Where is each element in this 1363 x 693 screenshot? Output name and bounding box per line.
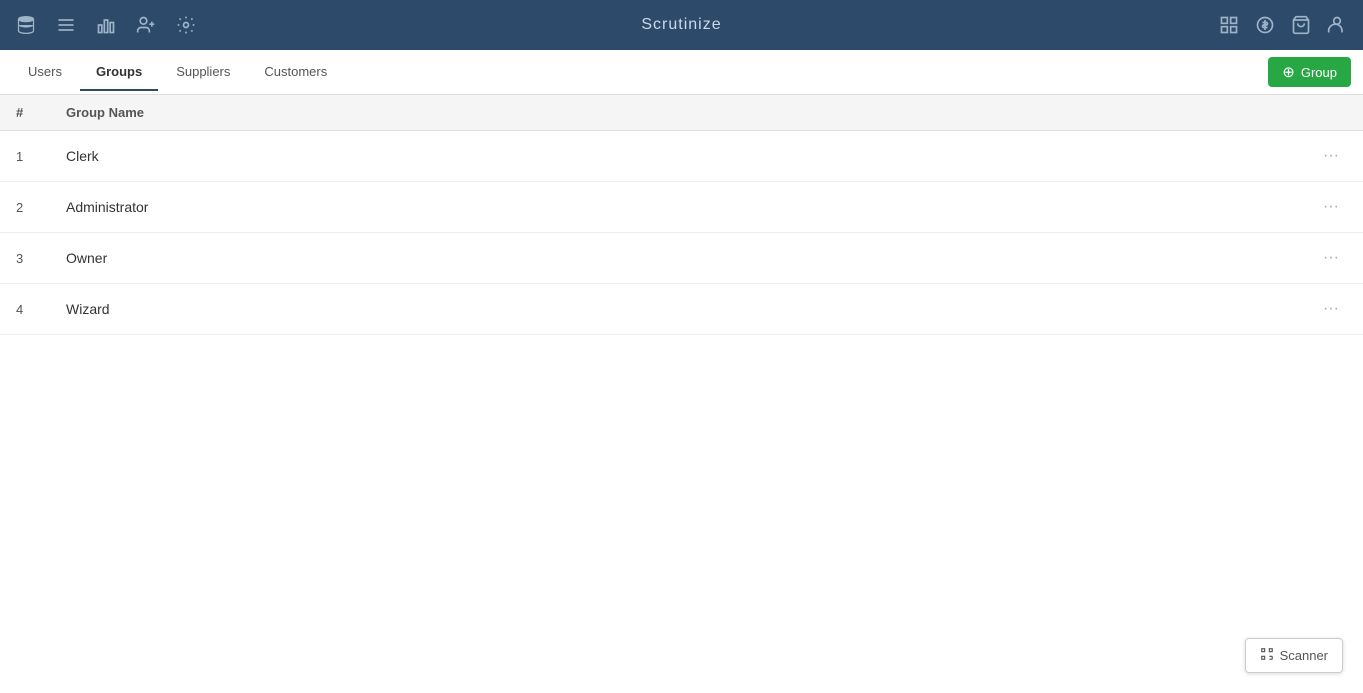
- app-title: Scrutinize: [641, 16, 721, 34]
- table-header: # Group Name: [0, 95, 1363, 131]
- nav-left-icons: [16, 15, 196, 35]
- row-num: 1: [0, 131, 50, 182]
- row-more-button[interactable]: ···: [1315, 194, 1347, 220]
- tab-bar-right: ⊕ Group: [1268, 57, 1351, 87]
- row-more-button[interactable]: ···: [1315, 296, 1347, 322]
- row-group-name: Owner: [50, 233, 1299, 284]
- cart-icon[interactable]: [1291, 15, 1311, 35]
- add-group-label: Group: [1301, 65, 1337, 80]
- row-num: 4: [0, 284, 50, 335]
- circle-plus-icon: ⊕: [1282, 63, 1295, 81]
- database-icon[interactable]: [16, 15, 36, 35]
- row-actions: ···: [1299, 233, 1363, 284]
- row-group-name: Clerk: [50, 131, 1299, 182]
- add-group-button[interactable]: ⊕ Group: [1268, 57, 1351, 87]
- tab-customers[interactable]: Customers: [248, 54, 343, 91]
- col-header-num: #: [0, 95, 50, 131]
- scanner-icon: [1260, 647, 1274, 664]
- chart-icon[interactable]: [96, 15, 116, 35]
- scanner-label: Scanner: [1280, 648, 1328, 663]
- row-group-name: Wizard: [50, 284, 1299, 335]
- tab-users[interactable]: Users: [12, 54, 78, 91]
- scanner-button[interactable]: Scanner: [1245, 638, 1343, 673]
- row-num: 3: [0, 233, 50, 284]
- nav-right-icons: [1219, 15, 1347, 35]
- row-more-button[interactable]: ···: [1315, 143, 1347, 169]
- col-header-group-name: Group Name: [50, 95, 1299, 131]
- tab-bar: Users Groups Suppliers Customers ⊕ Group: [0, 50, 1363, 95]
- table-row: 3 Owner ···: [0, 233, 1363, 284]
- profile-icon[interactable]: [1327, 15, 1347, 35]
- table-body: 1 Clerk ··· 2 Administrator ··· 3 Owner …: [0, 131, 1363, 335]
- top-navigation: Scrutinize: [0, 0, 1363, 50]
- table-row: 1 Clerk ···: [0, 131, 1363, 182]
- row-more-button[interactable]: ···: [1315, 245, 1347, 271]
- users-manage-icon[interactable]: [136, 15, 156, 35]
- settings-icon[interactable]: [176, 15, 196, 35]
- row-actions: ···: [1299, 131, 1363, 182]
- row-actions: ···: [1299, 284, 1363, 335]
- tab-groups[interactable]: Groups: [80, 54, 158, 91]
- table-row: 2 Administrator ···: [0, 182, 1363, 233]
- tab-suppliers[interactable]: Suppliers: [160, 54, 246, 91]
- table-row: 4 Wizard ···: [0, 284, 1363, 335]
- col-header-actions: [1299, 95, 1363, 131]
- row-group-name: Administrator: [50, 182, 1299, 233]
- row-num: 2: [0, 182, 50, 233]
- list-icon[interactable]: [56, 15, 76, 35]
- groups-table-container: # Group Name 1 Clerk ··· 2 Administrator…: [0, 95, 1363, 335]
- grid-icon[interactable]: [1219, 15, 1239, 35]
- groups-table: # Group Name 1 Clerk ··· 2 Administrator…: [0, 95, 1363, 335]
- dollar-icon[interactable]: [1255, 15, 1275, 35]
- row-actions: ···: [1299, 182, 1363, 233]
